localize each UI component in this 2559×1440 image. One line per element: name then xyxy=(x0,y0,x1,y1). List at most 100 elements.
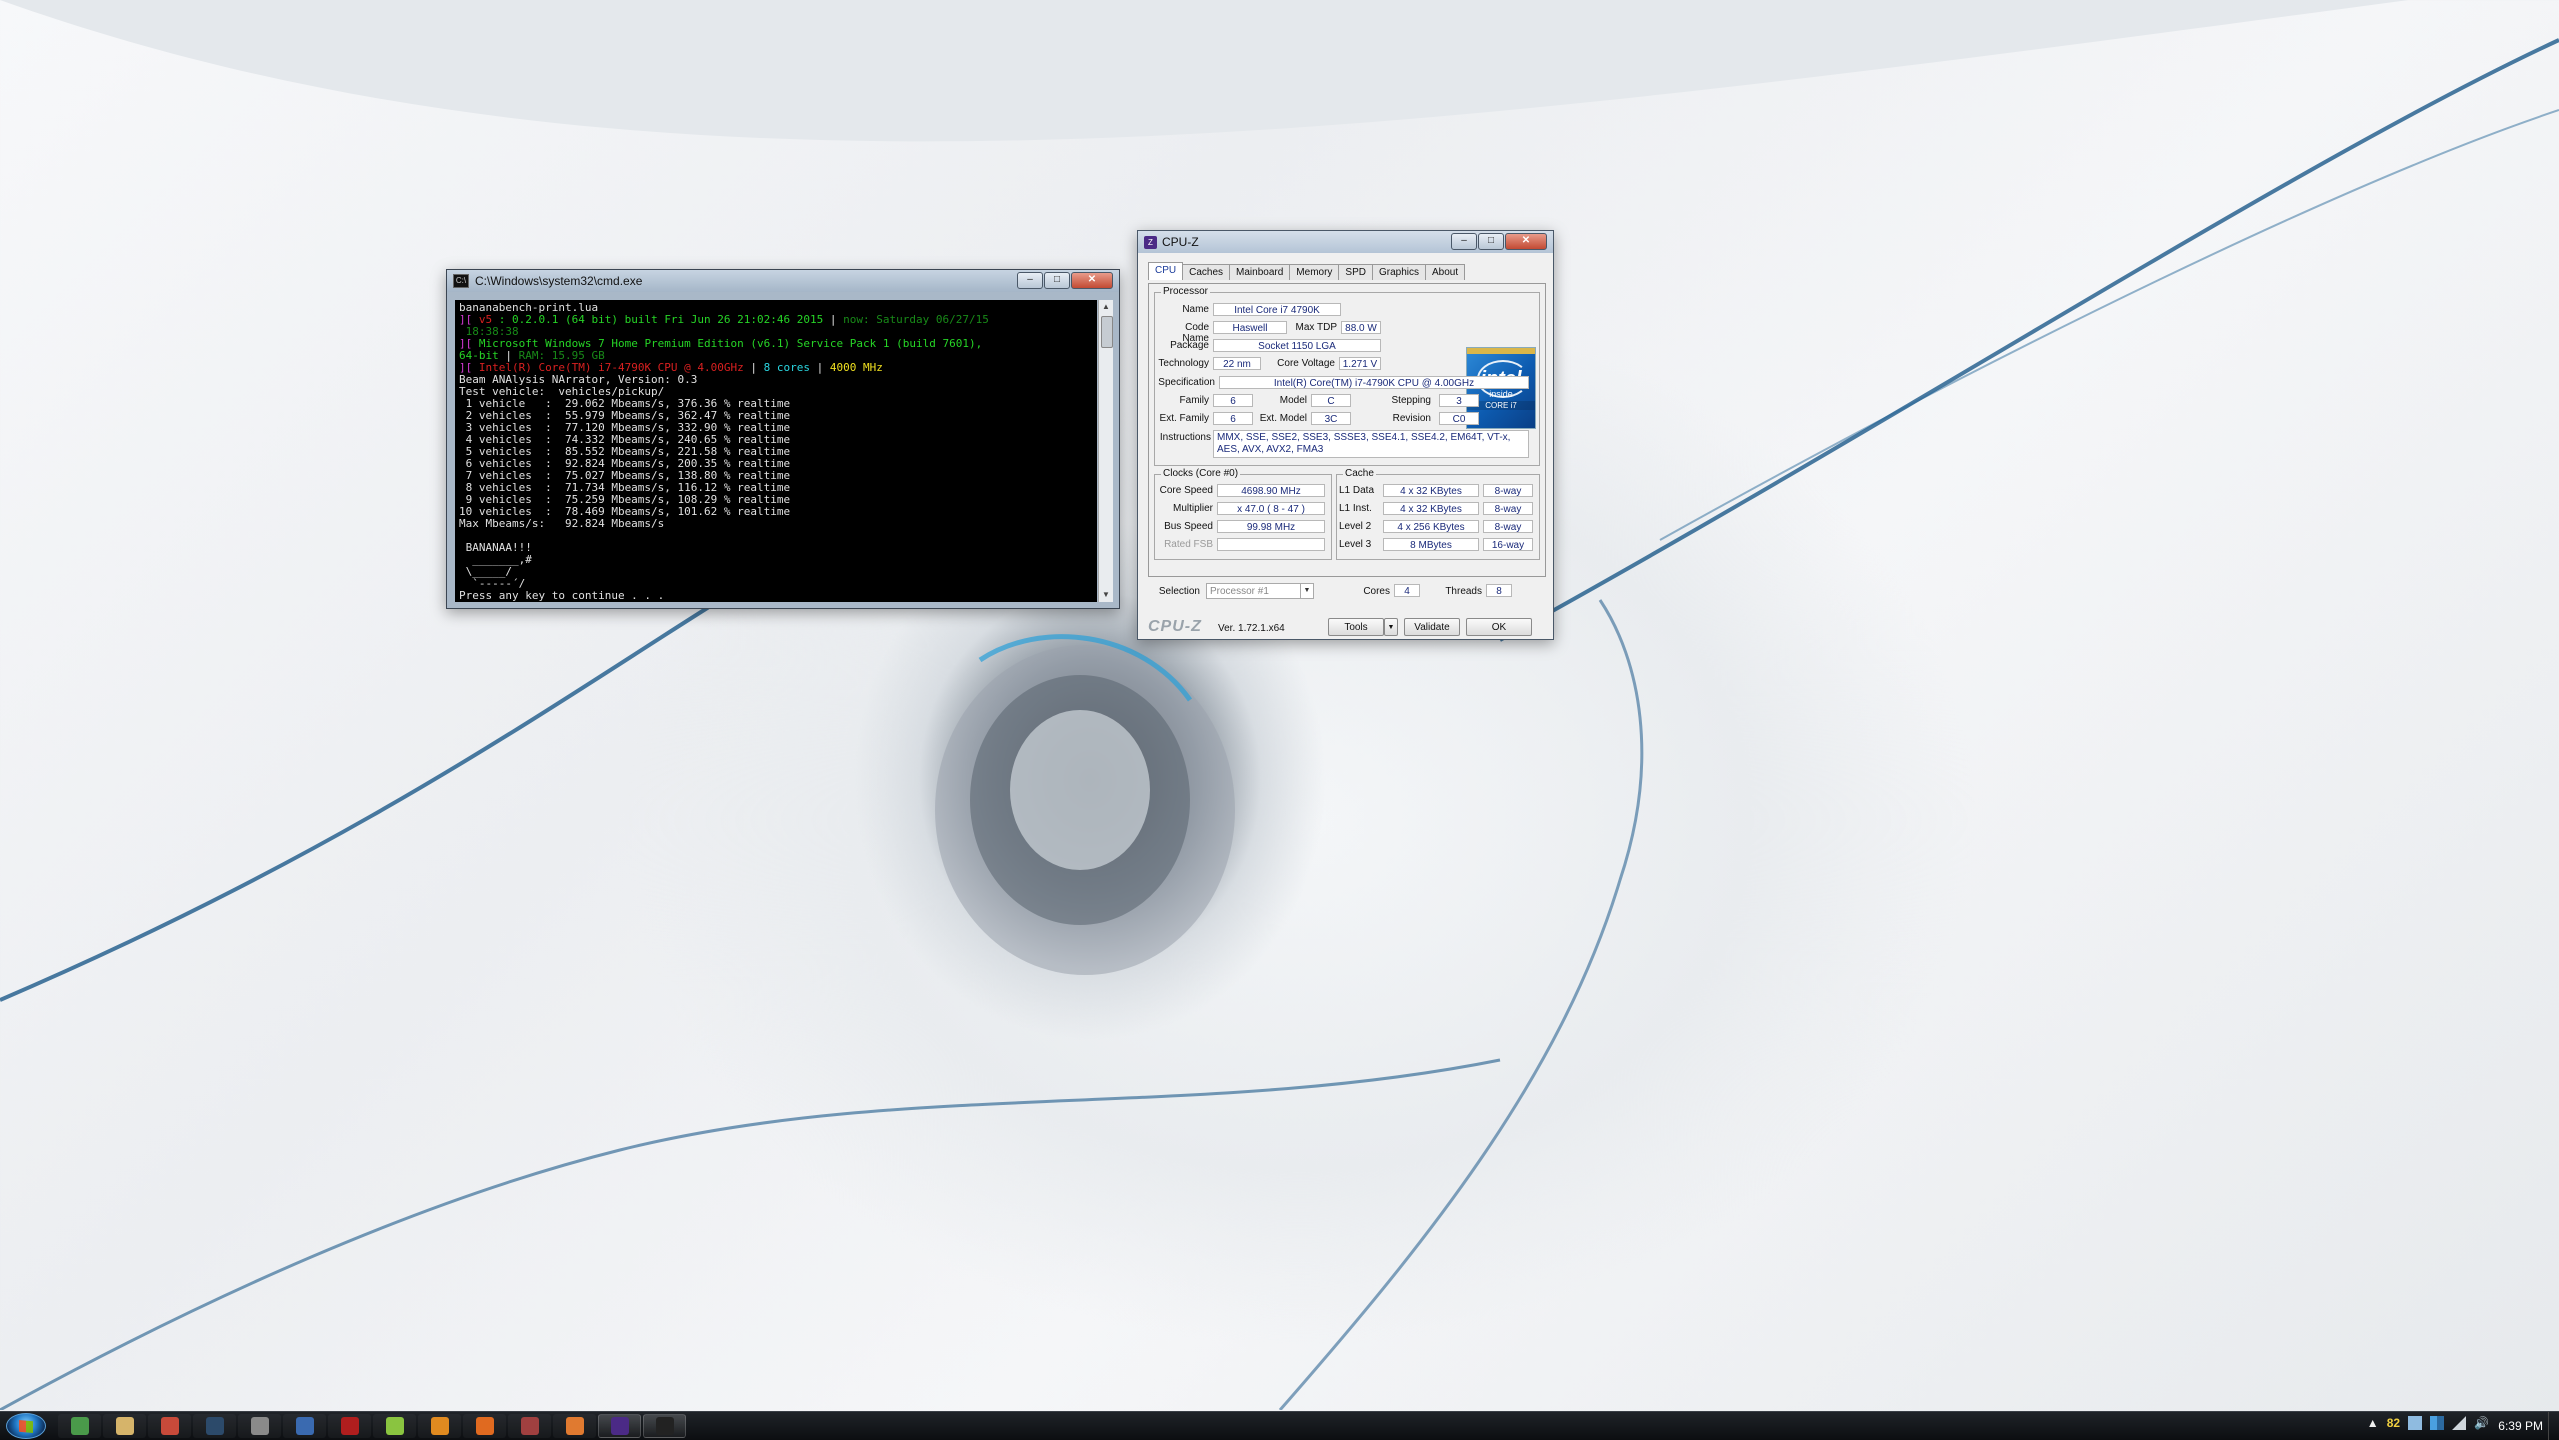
tools-dropdown-arrow[interactable]: ▼ xyxy=(1384,618,1398,636)
corevoltage-label: Core Voltage xyxy=(1277,358,1335,369)
cache-l3-way: 16-way xyxy=(1483,538,1533,551)
clocks-legend: Clocks (Core #0) xyxy=(1161,468,1241,479)
cmd-title: C:\Windows\system32\cmd.exe xyxy=(475,274,643,288)
cache-l1data-way: 8-way xyxy=(1483,484,1533,497)
tools-button-label: Tools xyxy=(1344,622,1368,633)
cache-l3-size: 8 MBytes xyxy=(1383,538,1479,551)
taskbar-app-explorer[interactable] xyxy=(103,1414,146,1438)
selection-label: Selection xyxy=(1158,586,1200,597)
instructions-label: Instructions xyxy=(1159,432,1211,443)
minimize-button[interactable]: – xyxy=(1017,272,1043,289)
family-label: Family xyxy=(1179,395,1209,406)
console-line: Press any key to continue . . . xyxy=(459,590,1093,602)
taskbar-app-app-blue[interactable] xyxy=(283,1414,326,1438)
corespeed-label: Core Speed xyxy=(1159,485,1213,496)
tab-mainboard[interactable]: Mainboard xyxy=(1229,264,1291,280)
cache-l1inst-label: L1 Inst. xyxy=(1339,503,1372,514)
taskbar-app-headphones[interactable] xyxy=(418,1414,461,1438)
network-icon[interactable] xyxy=(2452,1416,2467,1430)
console-text: Max Mbeams/s: 92.824 Mbeams/s xyxy=(459,517,665,530)
taskbar-app-app-orange[interactable] xyxy=(553,1414,596,1438)
scroll-up-icon[interactable]: ▲ xyxy=(1099,300,1113,314)
maxtdp-label: Max TDP xyxy=(1295,322,1338,333)
app-orange-icon xyxy=(565,1417,584,1435)
console-line: Max Mbeams/s: 92.824 Mbeams/s xyxy=(459,518,1093,530)
package-value: Socket 1150 LGA xyxy=(1213,339,1381,352)
validate-button[interactable]: Validate xyxy=(1404,618,1460,636)
tab-memory[interactable]: Memory xyxy=(1289,264,1340,280)
tab-caches[interactable]: Caches xyxy=(1182,264,1231,280)
processor-legend: Processor xyxy=(1161,286,1211,297)
taskbar-app-app-flag[interactable] xyxy=(508,1414,551,1438)
taskbar-app-app-red[interactable] xyxy=(148,1414,191,1438)
instructions-value: MMX, SSE, SSE2, SSE3, SSSE3, SSE4.1, SSE… xyxy=(1213,430,1529,458)
model-value: C xyxy=(1311,394,1351,407)
app-blue-icon xyxy=(295,1417,314,1435)
console-line xyxy=(459,530,1093,542)
scroll-thumb[interactable] xyxy=(1101,316,1113,348)
console-line: BANANAA!!! xyxy=(459,542,1093,554)
tray-app-icon[interactable] xyxy=(2408,1416,2423,1430)
console-text: Press any key to continue . . . xyxy=(459,589,665,602)
firefox-icon xyxy=(475,1417,494,1435)
ok-button[interactable]: OK xyxy=(1466,618,1532,636)
cmd-icon: C:\ xyxy=(453,274,469,288)
cpuz-icon: Z xyxy=(1144,235,1157,249)
cmd-window[interactable]: C:\ C:\Windows\system32\cmd.exe – □ ✕ ba… xyxy=(446,269,1120,609)
tab-cpu[interactable]: CPU xyxy=(1148,262,1184,280)
specification-value: Intel(R) Core(TM) i7-4790K CPU @ 4.00GHz xyxy=(1219,376,1529,389)
cpuz-version: Ver. 1.72.1.x64 xyxy=(1218,623,1285,634)
taskbar-app-cmd[interactable] xyxy=(643,1414,686,1438)
taskbar-app-steam[interactable] xyxy=(193,1414,236,1438)
app-red-icon xyxy=(160,1417,179,1435)
taskbar-app-acrobat[interactable] xyxy=(328,1414,371,1438)
console-text: 8 cores xyxy=(763,361,817,374)
console-text: | xyxy=(829,313,844,326)
revision-value: C0 xyxy=(1439,412,1479,425)
cpuz-title: CPU-Z xyxy=(1162,235,1199,249)
close-button[interactable]: ✕ xyxy=(1071,272,1113,289)
processor-select[interactable]: Processor #1 ▼ xyxy=(1206,583,1314,599)
technology-value: 22 nm xyxy=(1213,357,1261,370)
ratedfsb-value xyxy=(1217,538,1325,551)
tab-spd[interactable]: SPD xyxy=(1338,264,1373,280)
stepping-value: 3 xyxy=(1439,394,1479,407)
action-center-flag-icon[interactable] xyxy=(2430,1416,2445,1430)
console-line: ][ v5 : 0.2.0.1 (64 bit) built Fri Jun 2… xyxy=(459,314,1093,326)
package-label: Package xyxy=(1170,340,1209,351)
show-desktop-button[interactable] xyxy=(2548,1412,2559,1440)
tray-expand-icon[interactable]: ▲ xyxy=(2367,1416,2379,1430)
taskbar-app-app-gray[interactable] xyxy=(238,1414,281,1438)
threads-label: Threads xyxy=(1445,586,1482,597)
console-scrollbar[interactable]: ▲ ▼ xyxy=(1098,300,1113,602)
app-gray-icon xyxy=(250,1417,269,1435)
tab-about[interactable]: About xyxy=(1425,264,1466,280)
cpuz-close-button[interactable]: ✕ xyxy=(1505,233,1547,250)
taskbar-app-cpuz[interactable] xyxy=(598,1414,641,1438)
cache-legend: Cache xyxy=(1343,468,1376,479)
cpuz-window[interactable]: Z CPU-Z – □ ✕ CPU Caches Mainboard Memor… xyxy=(1137,230,1554,640)
cache-l3-label: Level 3 xyxy=(1339,539,1372,550)
corevoltage-value: 1.271 V xyxy=(1339,357,1381,370)
maximize-button[interactable]: □ xyxy=(1044,272,1070,289)
console-text: 4000 MHz xyxy=(829,361,883,374)
cpuz-tabs: CPU Caches Mainboard Memory SPD Graphics… xyxy=(1148,262,1466,280)
cpuz-maximize-button[interactable]: □ xyxy=(1478,233,1504,250)
console-output[interactable]: bananabench-print.lua][ v5 : 0.2.0.1 (64… xyxy=(455,300,1097,602)
taskbar-app-firefox[interactable] xyxy=(463,1414,506,1438)
cache-l2-size: 4 x 256 KBytes xyxy=(1383,520,1479,533)
cpuz-icon xyxy=(610,1417,629,1435)
cpuz-minimize-button[interactable]: – xyxy=(1451,233,1477,250)
scroll-down-icon[interactable]: ▼ xyxy=(1099,588,1113,602)
tab-graphics[interactable]: Graphics xyxy=(1371,264,1426,280)
maxtdp-value: 88.0 W xyxy=(1341,321,1381,334)
tray-temperature[interactable]: 82 xyxy=(2387,1416,2400,1430)
start-button[interactable] xyxy=(6,1413,46,1439)
taskbar-app-chrome[interactable] xyxy=(58,1414,101,1438)
busspeed-label: Bus Speed xyxy=(1164,521,1213,532)
taskbar-app-android[interactable] xyxy=(373,1414,416,1438)
busspeed-value: 99.98 MHz xyxy=(1217,520,1325,533)
taskbar-clock[interactable]: 6:39 PM xyxy=(2498,1419,2543,1433)
tools-button[interactable]: Tools xyxy=(1328,618,1384,636)
volume-icon[interactable]: 🔊 xyxy=(2474,1416,2489,1430)
